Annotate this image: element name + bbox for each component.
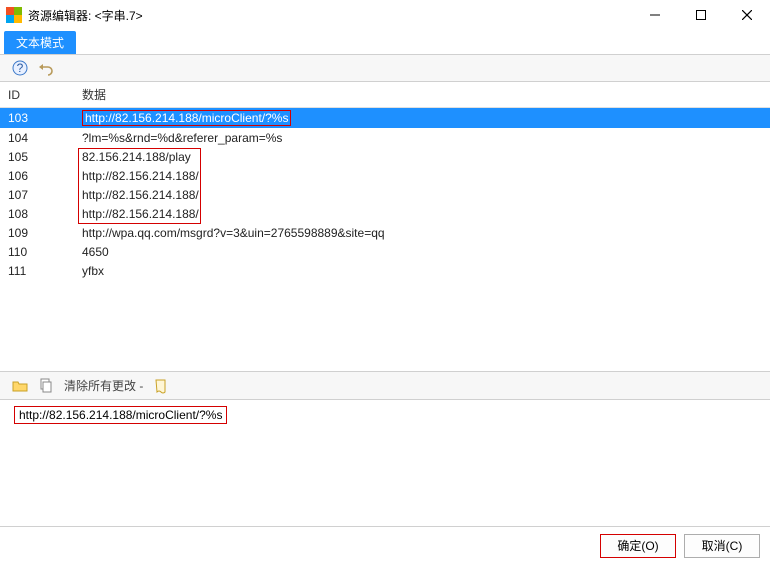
- col-header-data[interactable]: 数据: [74, 82, 770, 108]
- dialog-footer: 确定(O) 取消(C): [0, 526, 770, 564]
- cell-data: [74, 317, 770, 335]
- minimize-button[interactable]: [632, 0, 678, 30]
- cell-id: 107: [0, 186, 74, 205]
- ok-button[interactable]: 确定(O): [600, 534, 676, 558]
- table-row[interactable]: 106http://82.156.214.188/: [0, 167, 770, 186]
- cell-data: http://82.156.214.188/: [74, 167, 770, 186]
- cell-id: 109: [0, 224, 74, 243]
- cell-data: [74, 281, 770, 299]
- help-icon[interactable]: ?: [10, 58, 30, 78]
- highlight-box: http://82.156.214.188/microClient/?%s: [82, 110, 291, 126]
- maximize-button[interactable]: [678, 0, 724, 30]
- editor-text[interactable]: http://82.156.214.188/microClient/?%s: [19, 408, 222, 422]
- cell-id: 105: [0, 148, 74, 167]
- app-icon: [6, 7, 22, 23]
- cell-data: http://82.156.214.188/microClient/?%s: [74, 108, 770, 129]
- cell-data: [74, 299, 770, 317]
- cell-id: [0, 317, 74, 335]
- cell-data: http://82.156.214.188/: [74, 186, 770, 205]
- table-row[interactable]: 107http://82.156.214.188/: [0, 186, 770, 205]
- cell-data: http://wpa.qq.com/msgrd?v=3&uin=27655988…: [74, 224, 770, 243]
- cell-id: [0, 353, 74, 371]
- cell-data: [74, 371, 770, 373]
- table-row[interactable]: 10582.156.214.188/play: [0, 148, 770, 167]
- table-row[interactable]: 109http://wpa.qq.com/msgrd?v=3&uin=27655…: [0, 224, 770, 243]
- table-header-row: ID 数据: [0, 82, 770, 108]
- table-row[interactable]: [0, 335, 770, 353]
- table-row[interactable]: [0, 317, 770, 335]
- tab-text-mode[interactable]: 文本模式: [4, 31, 76, 54]
- close-button[interactable]: [724, 0, 770, 30]
- copy-icon[interactable]: [38, 378, 54, 394]
- table-row[interactable]: [0, 299, 770, 317]
- table-row[interactable]: [0, 281, 770, 299]
- window-controls: [632, 0, 770, 30]
- table-row[interactable]: [0, 353, 770, 371]
- toolbar-secondary: 清除所有更改 -: [0, 372, 770, 400]
- cell-id: [0, 299, 74, 317]
- cell-id: [0, 281, 74, 299]
- cell-data: [74, 335, 770, 353]
- open-folder-icon[interactable]: [12, 378, 28, 394]
- cancel-button[interactable]: 取消(C): [684, 534, 760, 558]
- cell-data: 82.156.214.188/play: [74, 148, 770, 167]
- cell-data: [74, 353, 770, 371]
- table-row[interactable]: 1104650: [0, 243, 770, 262]
- string-table[interactable]: ID 数据 103 http://82.156.214.188/microClie…: [0, 82, 770, 372]
- cell-data: yfbx: [74, 262, 770, 281]
- cell-id: [0, 371, 74, 373]
- tab-bar: 文本模式: [0, 30, 770, 54]
- clear-all-changes-button[interactable]: 清除所有更改 -: [64, 377, 143, 394]
- table-row[interactable]: 111yfbx: [0, 262, 770, 281]
- title-bar: 资源编辑器: <字串.7>: [0, 0, 770, 30]
- cell-id: 110: [0, 243, 74, 262]
- cell-id: 106: [0, 167, 74, 186]
- cell-data: http://82.156.214.188/: [74, 205, 770, 224]
- cell-id: 103: [0, 108, 74, 129]
- cell-id: 104: [0, 129, 74, 148]
- cell-id: [0, 335, 74, 353]
- table-row[interactable]: 103 http://82.156.214.188/microClient/?%s: [0, 108, 770, 129]
- script-icon[interactable]: [153, 378, 169, 394]
- window-title: 资源编辑器: <字串.7>: [28, 7, 143, 24]
- toolbar-primary: ?: [0, 54, 770, 82]
- table-row[interactable]: [0, 371, 770, 373]
- cell-id: 111: [0, 262, 74, 281]
- cell-data: ?lm=%s&rnd=%d&referer_param=%s: [74, 129, 770, 148]
- undo-icon[interactable]: [36, 58, 56, 78]
- svg-text:?: ?: [17, 61, 24, 75]
- cell-data: 4650: [74, 243, 770, 262]
- editor-pane[interactable]: http://82.156.214.188/microClient/?%s: [0, 400, 770, 526]
- table-row[interactable]: 104?lm=%s&rnd=%d&referer_param=%s: [0, 129, 770, 148]
- col-header-id[interactable]: ID: [0, 82, 74, 108]
- editor-text-highlight: http://82.156.214.188/microClient/?%s: [14, 406, 227, 424]
- table-row[interactable]: 108http://82.156.214.188/: [0, 205, 770, 224]
- cell-id: 108: [0, 205, 74, 224]
